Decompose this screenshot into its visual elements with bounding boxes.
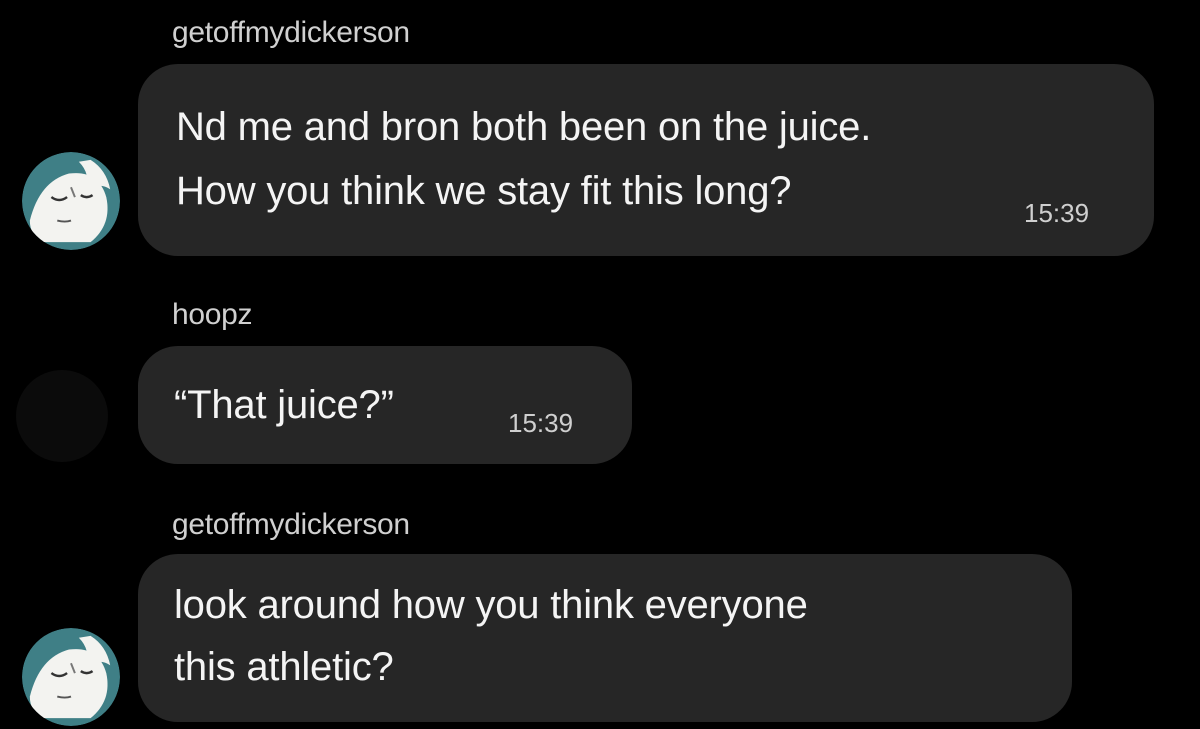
message-line: look around how you think everyone: [174, 583, 808, 627]
dark-avatar-icon[interactable]: [16, 370, 108, 462]
cartoon-face-avatar-icon[interactable]: [22, 152, 120, 250]
sender-name[interactable]: getoffmydickerson: [172, 16, 410, 50]
message-timestamp: 15:39: [1024, 198, 1090, 228]
message-timestamp: 15:39: [508, 408, 574, 438]
message-line: Nd me and bron both been on the juice.: [176, 105, 872, 149]
message-bubble[interactable]: Nd me and bron both been on the juice. H…: [138, 64, 1154, 256]
message-line: How you think we stay fit this long?: [176, 169, 792, 213]
sender-name[interactable]: hoopz: [172, 298, 253, 332]
message-bubble[interactable]: “That juice?” 15:39: [138, 346, 632, 464]
cartoon-face-avatar-icon[interactable]: [22, 628, 120, 726]
message-bubble[interactable]: look around how you think everyone this …: [138, 554, 1072, 722]
sender-name[interactable]: getoffmydickerson: [172, 508, 410, 542]
message-line: this athletic?: [174, 645, 394, 689]
message-line: “That juice?”: [174, 383, 394, 427]
